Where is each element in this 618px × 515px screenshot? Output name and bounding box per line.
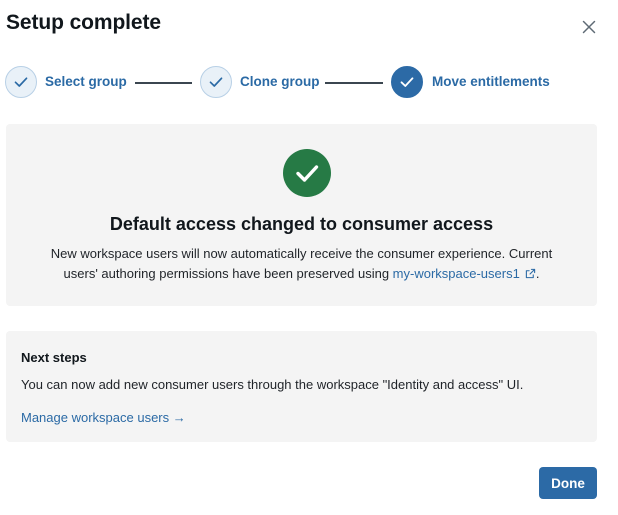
step-1-indicator xyxy=(5,66,37,98)
success-panel: Default access changed to consumer acces… xyxy=(6,124,597,306)
done-button[interactable]: Done xyxy=(539,467,597,499)
next-steps-heading: Next steps xyxy=(21,350,87,365)
step-3-label: Move entitlements xyxy=(432,74,550,89)
step-3-indicator xyxy=(391,66,423,98)
close-icon xyxy=(582,20,596,34)
check-icon xyxy=(14,77,28,87)
check-circle-icon xyxy=(283,149,331,197)
manage-workspace-users-link[interactable]: Manage workspace users → xyxy=(21,410,186,425)
dialog-title: Setup complete xyxy=(6,11,161,34)
step-1-label: Select group xyxy=(45,74,127,89)
next-steps-panel: Next steps You can now add new consumer … xyxy=(6,331,597,442)
step-2-label: Clone group xyxy=(240,74,320,89)
success-heading: Default access changed to consumer acces… xyxy=(109,214,494,234)
check-icon xyxy=(400,77,414,87)
success-message: New workspace users will now automatical… xyxy=(26,244,577,284)
success-message-line-1: New workspace users will now automatical… xyxy=(50,246,553,261)
external-link-icon xyxy=(525,268,536,279)
success-message-period: . xyxy=(535,266,540,281)
progress-stepper: Select group Clone group Move entitlemen… xyxy=(5,66,605,100)
check-icon xyxy=(209,77,223,87)
group-link[interactable]: my-workspace-users1 xyxy=(393,266,536,281)
step-2-indicator xyxy=(200,66,232,98)
group-link-text: my-workspace-users1 xyxy=(392,266,520,281)
success-message-line-2: users' authoring permissions have been p… xyxy=(63,266,393,281)
next-steps-description: You can now add new consumer users throu… xyxy=(21,377,524,392)
close-button[interactable] xyxy=(579,17,599,37)
step-connector xyxy=(325,82,383,84)
step-connector xyxy=(135,82,192,84)
